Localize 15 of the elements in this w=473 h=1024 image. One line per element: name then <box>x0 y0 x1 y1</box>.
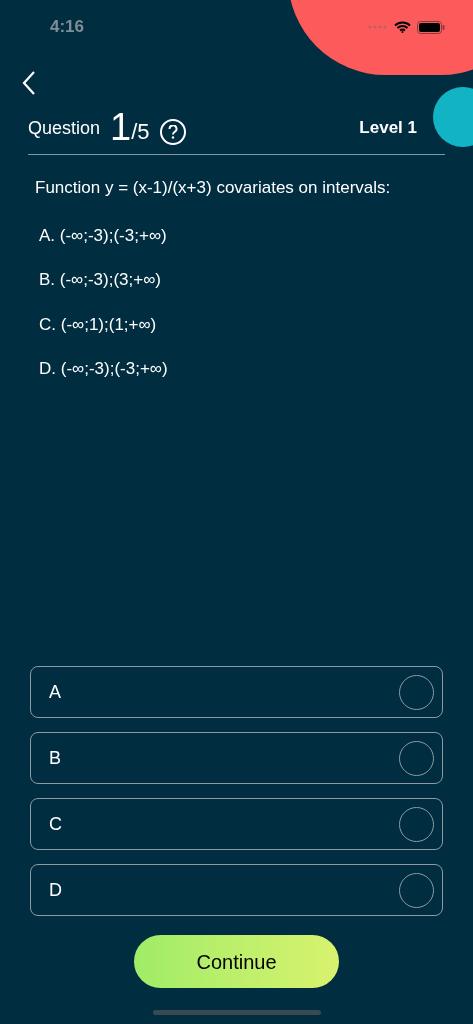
status-time: 4:16 <box>50 16 85 39</box>
question-total: /5 <box>131 119 150 146</box>
question-text: Function y = (x-1)/(x+3) covariates on intervals: <box>35 177 392 199</box>
question-number: 1 <box>110 108 132 146</box>
option-text: C. (-∞;1);(1;+∞) <box>39 313 158 336</box>
answer-option[interactable]: A <box>30 666 443 718</box>
option-text: B. (-∞;-3);(3;+∞) <box>39 269 162 291</box>
continue-button[interactable]: Continue <box>134 935 339 988</box>
answer-option[interactable]: D <box>30 864 443 916</box>
question-label: Question <box>28 117 101 140</box>
option-text: A. (-∞;-3);(-3;+∞) <box>39 224 168 247</box>
level-label: Level 1 <box>359 116 417 139</box>
answer-option[interactable]: B <box>30 732 443 784</box>
answer-option[interactable]: C <box>30 798 443 850</box>
option-text: D. (-∞;-3);(-3;+∞) <box>39 358 169 380</box>
